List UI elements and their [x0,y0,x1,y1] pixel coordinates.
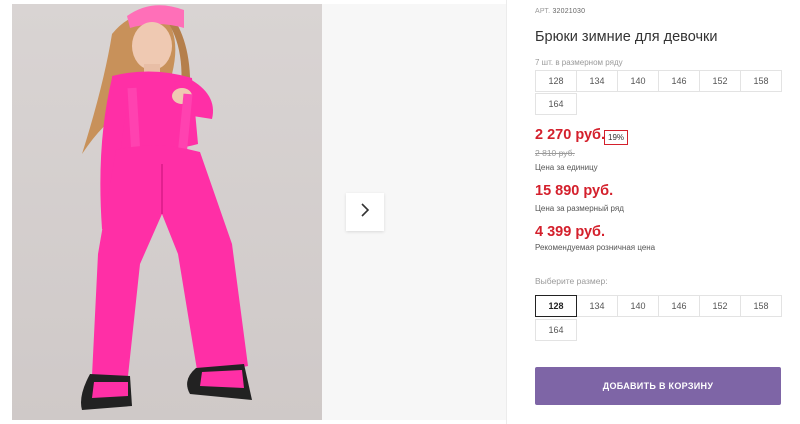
pack-size-cell: 134 [576,70,618,92]
pack-size-cell: 164 [535,93,577,115]
pack-sizes-note: 7 шт. в размерном ряду [535,58,623,67]
product-photo-image [81,5,252,410]
product-gallery [0,0,506,424]
size-option-164[interactable]: 164 [535,319,577,341]
article-line: АРТ. 32021030 [535,8,585,15]
size-option-158[interactable]: 158 [740,295,782,317]
chevron-right-icon [359,202,371,223]
pack-size-cell: 140 [617,70,659,92]
size-option-146[interactable]: 146 [658,295,700,317]
add-to-cart-button[interactable]: ДОБАВИТЬ В КОРЗИНУ [535,367,781,405]
article-label: АРТ. [535,8,551,15]
choose-size-label: Выберите размер: [535,276,608,286]
pack-size-cell: 146 [658,70,700,92]
pack-size-cell: 158 [740,70,782,92]
discount-badge: 19% [604,130,629,145]
pack-size-grid: 128 134 140 146 152 158 164 [535,70,785,118]
size-selector: 128 134 140 146 152 158 164 [535,295,785,345]
unit-price-label: Цена за единицу [535,163,598,172]
product-photo[interactable] [12,4,322,420]
retail-price-label: Рекомендуемая розничная цена [535,243,656,252]
pack-price: 15 890 руб. [535,183,614,199]
size-option-152[interactable]: 152 [699,295,741,317]
pack-size-cell: 128 [535,70,577,92]
gallery-next-button[interactable] [346,193,384,231]
old-price: 2 810 руб. [535,148,575,158]
unit-price: 2 270 руб. [535,127,606,143]
pack-price-label: Цена за размерный ряд [535,204,624,213]
size-option-140[interactable]: 140 [617,295,659,317]
size-option-128[interactable]: 128 [535,295,577,317]
article-number: 32021030 [552,8,586,15]
pack-size-cell: 152 [699,70,741,92]
size-option-134[interactable]: 134 [576,295,618,317]
retail-price: 4 399 руб. [535,224,606,240]
column-divider [506,0,507,424]
product-title: Брюки зимние для девочки [535,29,718,45]
